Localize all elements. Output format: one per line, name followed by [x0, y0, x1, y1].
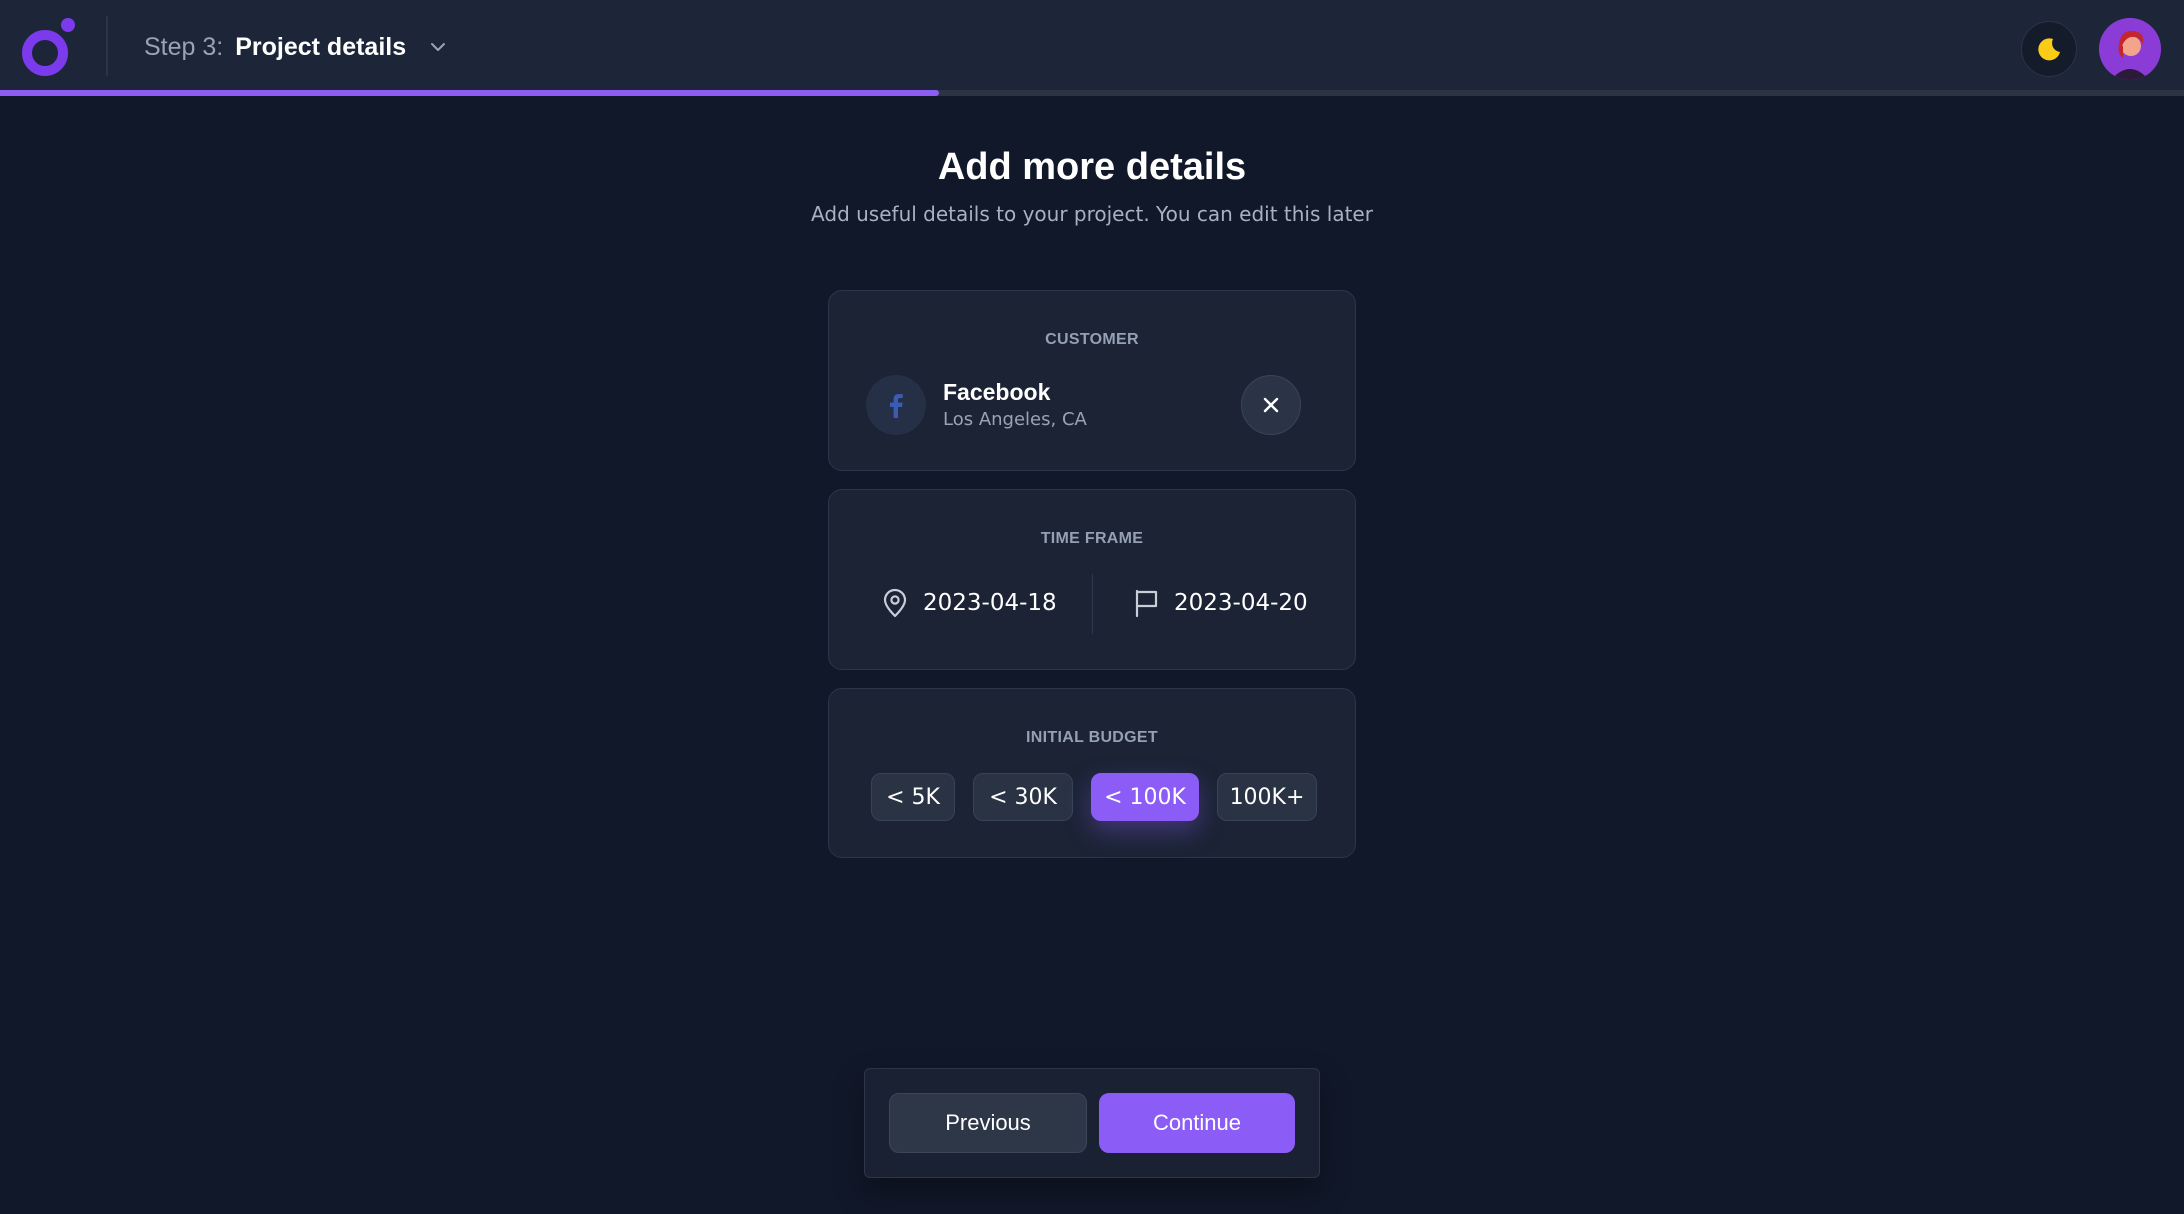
budget-option-100k[interactable]: < 100K [1091, 773, 1199, 821]
flag-icon [1135, 589, 1158, 618]
customer-location: Los Angeles, CA [943, 409, 1087, 430]
start-date: 2023-04-18 [923, 590, 1057, 616]
budget-option-5k[interactable]: < 5K [871, 773, 955, 821]
user-avatar-illustration [2099, 18, 2161, 80]
continue-button[interactable]: Continue [1099, 1093, 1295, 1153]
header-divider [106, 16, 108, 76]
app-logo[interactable] [18, 16, 80, 78]
end-date: 2023-04-20 [1174, 590, 1308, 616]
budget-option-100k-plus[interactable]: 100K+ [1217, 773, 1317, 821]
progress-fill [0, 90, 940, 96]
start-date-field[interactable]: 2023-04-18 [881, 588, 1057, 618]
end-date-field[interactable]: 2023-04-20 [1132, 588, 1308, 618]
avatar[interactable] [2099, 18, 2161, 80]
step-selector[interactable]: Step 3: Project details [144, 0, 448, 94]
customer-card: CUSTOMER Facebook Los Angeles, CA [828, 290, 1356, 471]
close-icon [1263, 397, 1279, 413]
chevron-down-icon[interactable] [428, 37, 448, 57]
step-title: Project details [235, 32, 407, 61]
map-pin-icon [883, 588, 907, 618]
remove-customer-button[interactable] [1241, 375, 1301, 435]
navigation-footer: Previous Continue [864, 1068, 1320, 1178]
time-frame-label: TIME FRAME [1040, 530, 1144, 547]
page-subtitle: Add useful details to your project. You … [811, 202, 1373, 226]
progress-bar [0, 90, 2184, 96]
budget-option-30k[interactable]: < 30K [973, 773, 1073, 821]
time-frame-divider [1092, 574, 1093, 634]
page-title: Add more details [937, 146, 1247, 188]
budget-options: < 5K < 30K < 100K 100K+ [871, 773, 1335, 821]
customer-name: Facebook [943, 379, 1051, 405]
initial-budget-card: INITIAL BUDGET < 5K < 30K < 100K 100K+ [828, 688, 1356, 858]
initial-budget-label: INITIAL BUDGET [1026, 729, 1158, 746]
time-frame-card: TIME FRAME 2023-04-18 2023-04-20 [828, 489, 1356, 670]
customer-label: CUSTOMER [1045, 331, 1139, 348]
facebook-icon [866, 375, 926, 435]
step-prefix: Step 3: [144, 32, 224, 61]
theme-toggle-button[interactable] [2021, 21, 2077, 77]
previous-button[interactable]: Previous [889, 1093, 1087, 1153]
moon-icon [2038, 38, 2060, 61]
top-bar: Step 3: Project details [0, 0, 2184, 90]
